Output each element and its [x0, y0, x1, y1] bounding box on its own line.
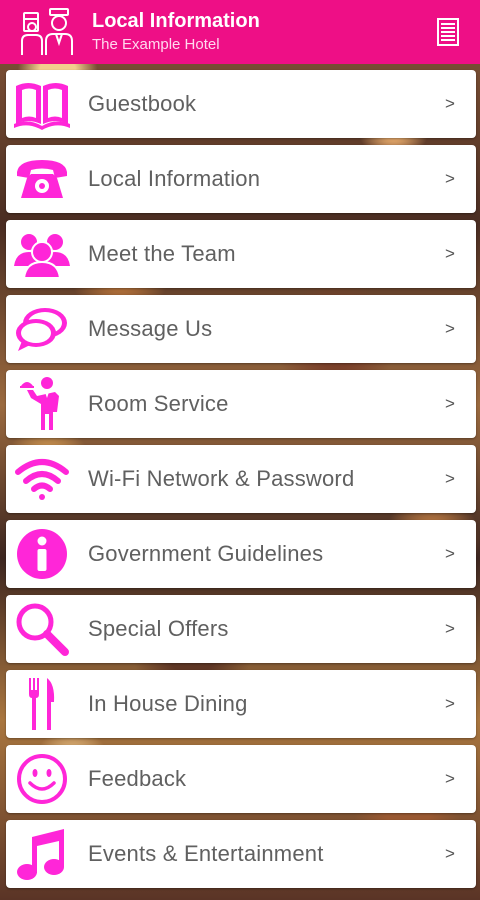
- chevron-right-icon: >: [445, 394, 455, 413]
- menu-list: Guestbook > Local Information > Meet the…: [0, 64, 480, 900]
- chevron-right-icon: >: [445, 694, 455, 713]
- smiley-icon: [12, 749, 72, 809]
- menu-item-wifi[interactable]: Wi-Fi Network & Password >: [6, 445, 476, 513]
- menu-item-label: Local Information: [88, 166, 261, 191]
- menu-item-local-information[interactable]: Local Information >: [6, 145, 476, 213]
- chevron-right-icon: >: [445, 544, 455, 563]
- chevron-right-icon: >: [445, 169, 455, 188]
- menu-item-meet-the-team[interactable]: Meet the Team >: [6, 220, 476, 288]
- wifi-icon: [12, 449, 72, 509]
- magnifier-icon: [12, 599, 72, 659]
- app-header: Local Information The Example Hotel: [0, 0, 480, 64]
- menu-item-label: Special Offers: [88, 616, 229, 641]
- menu-item-feedback[interactable]: Feedback >: [6, 745, 476, 813]
- menu-icon[interactable]: [428, 12, 468, 52]
- chevron-right-icon: >: [445, 769, 455, 788]
- menu-item-label: Room Service: [88, 391, 229, 416]
- chevron-right-icon: >: [445, 319, 455, 338]
- menu-item-in-house-dining[interactable]: In House Dining >: [6, 670, 476, 738]
- menu-item-label: In House Dining: [88, 691, 248, 716]
- chevron-right-icon: >: [445, 94, 455, 113]
- chevron-right-icon: >: [445, 469, 455, 488]
- people-icon: [12, 224, 72, 284]
- chat-bubble-icon: [12, 299, 72, 359]
- menu-item-label: Wi-Fi Network & Password: [88, 466, 355, 491]
- chevron-right-icon: >: [445, 244, 455, 263]
- menu-item-room-service[interactable]: Room Service >: [6, 370, 476, 438]
- menu-item-message-us[interactable]: Message Us >: [6, 295, 476, 363]
- menu-item-special-offers[interactable]: Special Offers >: [6, 595, 476, 663]
- music-note-icon: [12, 824, 72, 884]
- menu-item-label: Events & Entertainment: [88, 841, 324, 866]
- menu-item-government-guidelines[interactable]: Government Guidelines >: [6, 520, 476, 588]
- menu-item-label: Meet the Team: [88, 241, 236, 266]
- menu-item-label: Message Us: [88, 316, 213, 341]
- telephone-icon: [12, 149, 72, 209]
- chevron-right-icon: >: [445, 619, 455, 638]
- menu-item-label: Guestbook: [88, 91, 197, 116]
- menu-item-events-entertainment[interactable]: Events & Entertainment >: [6, 820, 476, 888]
- menu-item-label: Feedback: [88, 766, 187, 791]
- chevron-right-icon: >: [445, 844, 455, 863]
- hotel-name: The Example Hotel: [92, 36, 220, 53]
- fork-knife-icon: [12, 674, 72, 734]
- concierge-logo-icon: [20, 5, 76, 59]
- page-title: Local Information: [92, 10, 260, 32]
- waiter-icon: [12, 374, 72, 434]
- menu-item-guestbook[interactable]: Guestbook >: [6, 70, 476, 138]
- book-icon: [12, 74, 72, 134]
- info-icon: [12, 524, 72, 584]
- menu-item-label: Government Guidelines: [88, 541, 324, 566]
